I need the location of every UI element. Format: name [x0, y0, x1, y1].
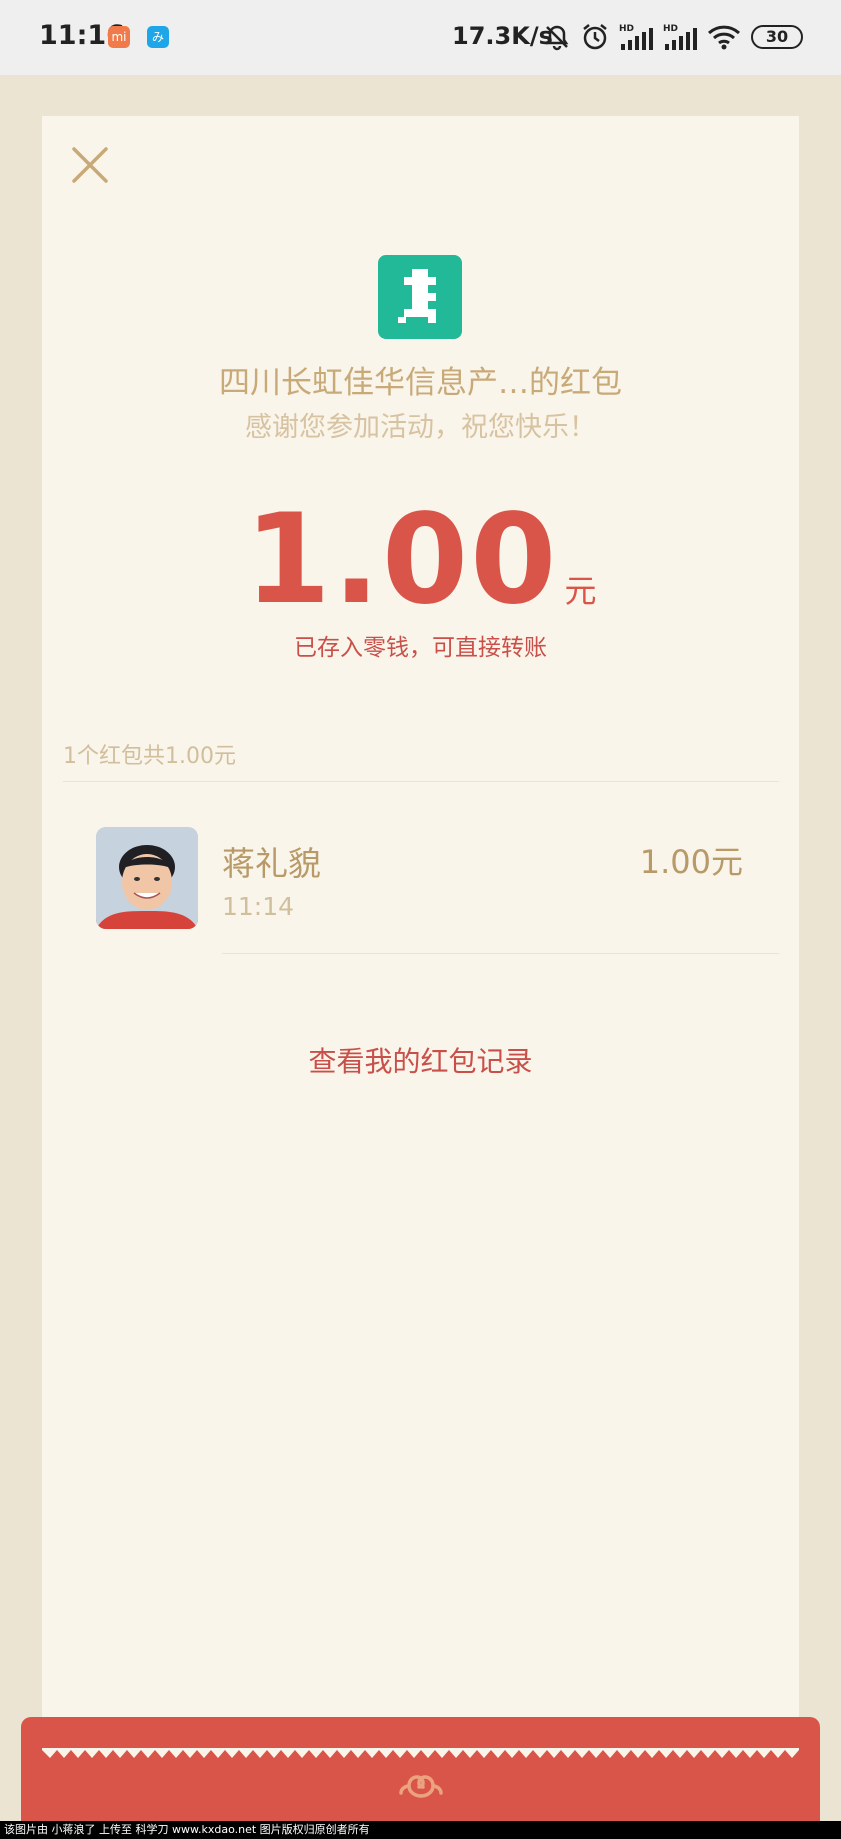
view-history-link[interactable]: 查看我的红包记录 — [0, 1040, 841, 1080]
battery-indicator: 30 — [751, 25, 803, 49]
child-portrait-icon — [96, 827, 198, 929]
mi-store-icon: mi — [108, 26, 130, 48]
network-speed: 17.3K/s — [452, 22, 553, 50]
watermark-text: 该图片由 小蒋浪了 上传至 科学刀 www.kxdao.net 图片版权归原创者… — [0, 1821, 841, 1839]
greeting-text: 感谢您参加活动，祝您快乐！ — [245, 412, 596, 443]
sender-title: 四川长虹佳华信息产…的红包 — [219, 365, 622, 401]
list-item[interactable]: 蒋礼貌 11:14 1.00元 — [0, 800, 841, 955]
zigzag-edge — [42, 1748, 799, 1758]
amount-value: 1.00 — [244, 488, 559, 632]
alarm-icon — [583, 24, 607, 50]
amount-display: 1.00 元 — [0, 488, 841, 632]
amount-unit: 元 — [564, 572, 597, 610]
status-bar: 11:16 mi み 17.3K/s HD HD 30 — [0, 0, 841, 75]
pixel-dinosaur-icon — [398, 269, 436, 323]
receive-time: 11:14 — [222, 892, 295, 921]
status-icons: HD HD 30 — [543, 22, 803, 52]
app-blue-icon: み — [147, 26, 169, 48]
avatar — [96, 827, 198, 929]
signal-hd-icon-2: HD — [663, 24, 697, 50]
divider — [63, 781, 779, 782]
packet-summary: 1个红包共1.00元 — [63, 744, 236, 769]
mute-bell-icon — [545, 25, 569, 51]
swirl-ornament-icon — [399, 1775, 443, 1798]
close-icon[interactable] — [70, 145, 110, 185]
sender-logo — [378, 255, 462, 339]
hd-label-2: HD — [663, 24, 678, 34]
wifi-icon — [707, 25, 741, 50]
signal-hd-icon: HD — [619, 24, 653, 50]
receiver-name: 蒋礼貌 — [222, 844, 321, 883]
deposit-note: 已存入零钱，可直接转账 — [294, 635, 547, 661]
divider — [222, 953, 779, 954]
receive-amount: 1.00元 — [639, 843, 743, 881]
hd-label: HD — [619, 24, 634, 34]
